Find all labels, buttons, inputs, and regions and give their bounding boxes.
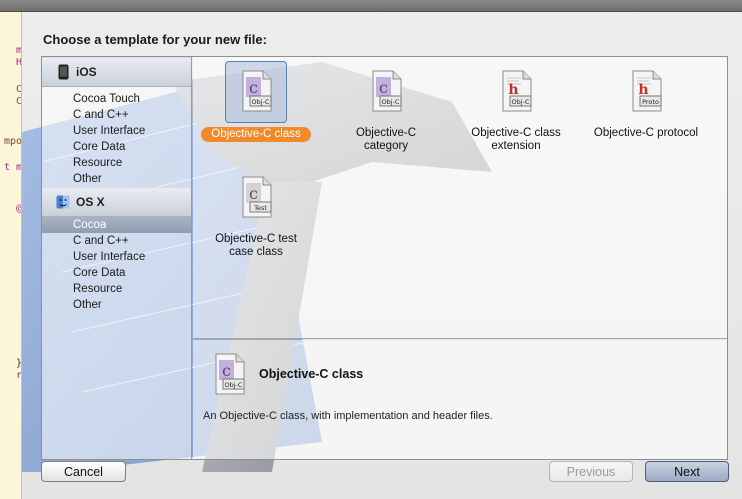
description-text: An Objective-C class, with implementatio… bbox=[203, 410, 493, 422]
objc-class-file-icon: c Obj-C bbox=[209, 352, 249, 401]
editor-fragment: } bbox=[15, 358, 22, 369]
editor-fragment: C bbox=[15, 96, 22, 107]
editor-fragment: H bbox=[15, 57, 22, 68]
objc-class-file-icon: c Obj-C bbox=[225, 61, 287, 123]
sidebar-item-cocoa[interactable]: Cocoa bbox=[42, 217, 191, 233]
objc-protocol-file-icon: h Proto bbox=[615, 61, 677, 123]
previous-button[interactable]: Previous bbox=[549, 461, 633, 482]
objc-extension-file-icon: h Obj-C bbox=[485, 61, 547, 123]
file-badge: Obj-C bbox=[225, 381, 243, 389]
editor-fragment: t m bbox=[3, 162, 22, 173]
template-label: Objective-C category bbox=[355, 127, 417, 152]
template-objc-class[interactable]: c Obj-C Objective-C class bbox=[196, 61, 316, 142]
template-panel: iOS Cocoa Touch C and C++ User Interface… bbox=[41, 56, 728, 460]
sidebar-item-core-data-osx[interactable]: Core Data bbox=[42, 265, 191, 281]
template-objc-class-extension[interactable]: h Obj-C Objective-C class extension bbox=[456, 61, 576, 153]
sidebar-item-c-cpp-osx[interactable]: C and C++ bbox=[42, 233, 191, 249]
editor-fragment: @ bbox=[15, 203, 22, 214]
file-badge: Proto bbox=[642, 98, 659, 106]
sidebar-item-core-data-ios[interactable]: Core Data bbox=[42, 139, 191, 155]
editor-fragment: r bbox=[15, 370, 22, 381]
category-sidebar: iOS Cocoa Touch C and C++ User Interface… bbox=[42, 57, 192, 459]
dialog-title: Choose a template for your new file: bbox=[43, 32, 267, 47]
template-description: c Obj-C Objective-C class An Objective-C… bbox=[193, 340, 727, 459]
file-badge: Obj-C bbox=[382, 98, 400, 106]
next-button[interactable]: Next bbox=[645, 461, 729, 482]
objc-category-file-icon: c Obj-C bbox=[355, 61, 417, 123]
sidebar-item-resource-ios[interactable]: Resource bbox=[42, 155, 191, 171]
editor-fragment: m bbox=[15, 45, 22, 56]
iphone-icon bbox=[56, 64, 70, 80]
sidebar-item-user-interface-osx[interactable]: User Interface bbox=[42, 249, 191, 265]
sidebar-item-resource-osx[interactable]: Resource bbox=[42, 281, 191, 297]
svg-text:c: c bbox=[249, 78, 258, 97]
objc-test-case-file-icon: c Test bbox=[225, 167, 287, 229]
template-label: Objective-C test case class bbox=[215, 233, 297, 258]
template-label: Objective-C class bbox=[201, 127, 311, 142]
window-titlebar-strip bbox=[0, 0, 742, 12]
template-objc-category[interactable]: c Obj-C Objective-C category bbox=[326, 61, 446, 153]
section-header-ios: iOS bbox=[42, 57, 191, 87]
description-title: Objective-C class bbox=[259, 367, 364, 381]
svg-text:c: c bbox=[222, 361, 231, 380]
svg-text:c: c bbox=[249, 184, 258, 203]
cancel-button[interactable]: Cancel bbox=[41, 461, 126, 482]
section-label: iOS bbox=[76, 65, 97, 79]
template-label: Objective-C protocol bbox=[593, 127, 699, 139]
template-label: Objective-C class extension bbox=[471, 127, 561, 152]
new-file-sheet: Choose a template for your new file: iOS… bbox=[22, 12, 742, 499]
template-objc-protocol[interactable]: h Proto Objective-C protocol bbox=[586, 61, 706, 140]
section-header-osx: OS X bbox=[42, 187, 191, 217]
mac-finder-icon bbox=[56, 194, 70, 210]
editor-fragment: mpo bbox=[3, 136, 22, 147]
file-badge: Obj-C bbox=[512, 98, 530, 106]
svg-text:c: c bbox=[379, 78, 388, 97]
template-grid: c Obj-C Objective-C class c Obj-C Object… bbox=[193, 57, 727, 339]
code-editor-gutter: m H C C mpo t m @ } r bbox=[0, 12, 22, 499]
sidebar-item-user-interface-ios[interactable]: User Interface bbox=[42, 123, 191, 139]
sidebar-item-cocoa-touch[interactable]: Cocoa Touch bbox=[42, 91, 191, 107]
file-badge: Test bbox=[253, 204, 267, 212]
template-objc-test-case[interactable]: c Test Objective-C test case class bbox=[196, 167, 316, 259]
sidebar-item-other-osx[interactable]: Other bbox=[42, 297, 191, 313]
editor-fragment: C bbox=[15, 84, 22, 95]
sidebar-item-other-ios[interactable]: Other bbox=[42, 171, 191, 187]
section-label: OS X bbox=[76, 195, 105, 209]
sidebar-item-c-cpp-ios[interactable]: C and C++ bbox=[42, 107, 191, 123]
file-badge: Obj-C bbox=[252, 98, 270, 106]
